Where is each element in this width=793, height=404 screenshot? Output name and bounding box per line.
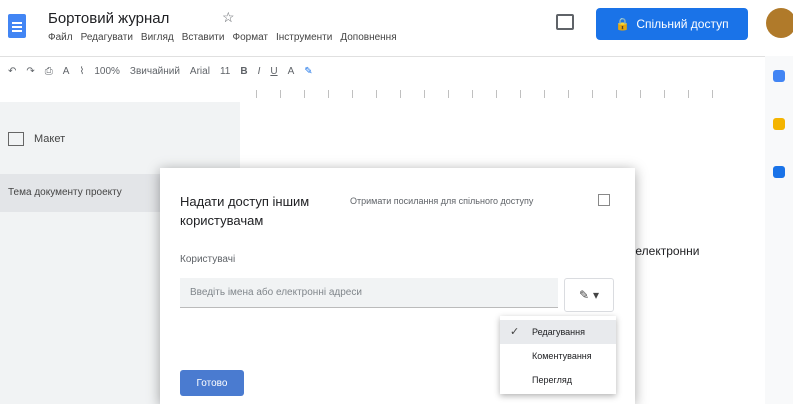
formatting-toolbar: ↶ ↷ ⎙ A ⌇ 100% Звичайний Arial 11 B I U … <box>0 56 793 86</box>
share-button[interactable]: 🔒 Спільний доступ <box>596 8 748 40</box>
underline-icon[interactable]: U <box>270 66 277 77</box>
redo-icon[interactable]: ↷ <box>26 66 34 77</box>
text-color-icon[interactable]: A <box>288 66 295 77</box>
menu-item-edit[interactable]: ✓ Редагування <box>500 320 616 344</box>
access-mode-menu: ✓ Редагування Коментування Перегляд <box>500 316 616 394</box>
star-icon[interactable]: ☆ <box>222 9 235 26</box>
docs-logo-icon[interactable] <box>8 14 26 38</box>
outline-button-label: Макет <box>34 133 66 145</box>
menu-addons[interactable]: Доповнення <box>340 32 396 43</box>
lock-icon: 🔒 <box>615 17 631 31</box>
menu-item-label: Коментування <box>532 351 592 361</box>
italic-icon[interactable]: I <box>258 66 261 77</box>
menu-item-label: Перегляд <box>532 375 572 385</box>
check-icon: ✓ <box>510 326 520 338</box>
google-docs-window: Бортовий журнал ☆ Файл Редагувати Вигляд… <box>0 0 793 404</box>
menu-view[interactable]: Вигляд <box>141 32 174 43</box>
ruler-ticks <box>256 90 726 98</box>
dialog-title: Надати доступ іншим користувачам <box>180 194 310 228</box>
menu-item-label: Редагування <box>532 327 585 337</box>
undo-icon[interactable]: ↶ <box>8 66 16 77</box>
avatar[interactable] <box>766 8 793 38</box>
font-select[interactable]: Arial <box>190 66 210 77</box>
chevron-down-icon: ▾ <box>593 288 600 302</box>
pencil-icon: ✎ <box>578 288 590 302</box>
people-input[interactable]: Введіть імена або електронні адреси <box>180 278 558 308</box>
done-button[interactable]: Готово <box>180 370 244 396</box>
menu-item-comment[interactable]: Коментування <box>500 344 616 368</box>
outline-list-icon <box>8 132 24 146</box>
get-link-note[interactable]: Отримати посилання для спільного доступу <box>350 196 533 206</box>
side-panel-rail <box>765 56 793 404</box>
font-size-select[interactable]: 11 <box>220 66 230 77</box>
comments-icon[interactable] <box>556 14 574 30</box>
people-field-label: Користувачі <box>180 254 236 265</box>
keep-icon[interactable] <box>773 118 785 130</box>
tasks-icon[interactable] <box>773 166 785 178</box>
link-icon[interactable] <box>598 194 610 206</box>
paint-format-icon[interactable]: ⌇ <box>79 66 84 77</box>
access-mode-button[interactable]: ✎ ▾ <box>564 278 614 312</box>
style-select[interactable]: Звичайний <box>130 66 180 77</box>
ruler <box>0 86 793 103</box>
calendar-icon[interactable] <box>773 70 785 82</box>
menu-format[interactable]: Формат <box>232 32 268 43</box>
menu-file[interactable]: Файл <box>48 32 73 43</box>
menu-edit[interactable]: Редагувати <box>81 32 133 43</box>
document-title[interactable]: Бортовий журнал <box>48 10 169 27</box>
spellcheck-icon[interactable]: A <box>63 66 70 77</box>
menu-insert[interactable]: Вставити <box>182 32 225 43</box>
outline-item[interactable]: Тема документу проекту <box>0 174 170 212</box>
print-icon[interactable]: ⎙ <box>45 66 53 77</box>
share-button-label: Спільний доступ <box>636 17 729 31</box>
menu-tools[interactable]: Інструменти <box>276 32 332 43</box>
edit-mode-icon[interactable]: ✎ <box>304 66 312 77</box>
outline-button[interactable]: Макет <box>8 124 218 154</box>
zoom-select[interactable]: 100% <box>94 66 120 77</box>
bold-icon[interactable]: B <box>240 66 247 77</box>
menu-bar: Файл Редагувати Вигляд Вставити Формат І… <box>48 32 397 43</box>
share-dialog: Надати доступ іншим користувачам Отримат… <box>160 168 635 404</box>
menu-item-view[interactable]: Перегляд <box>500 368 616 392</box>
title-bar: Бортовий журнал ☆ Файл Редагувати Вигляд… <box>0 0 793 56</box>
